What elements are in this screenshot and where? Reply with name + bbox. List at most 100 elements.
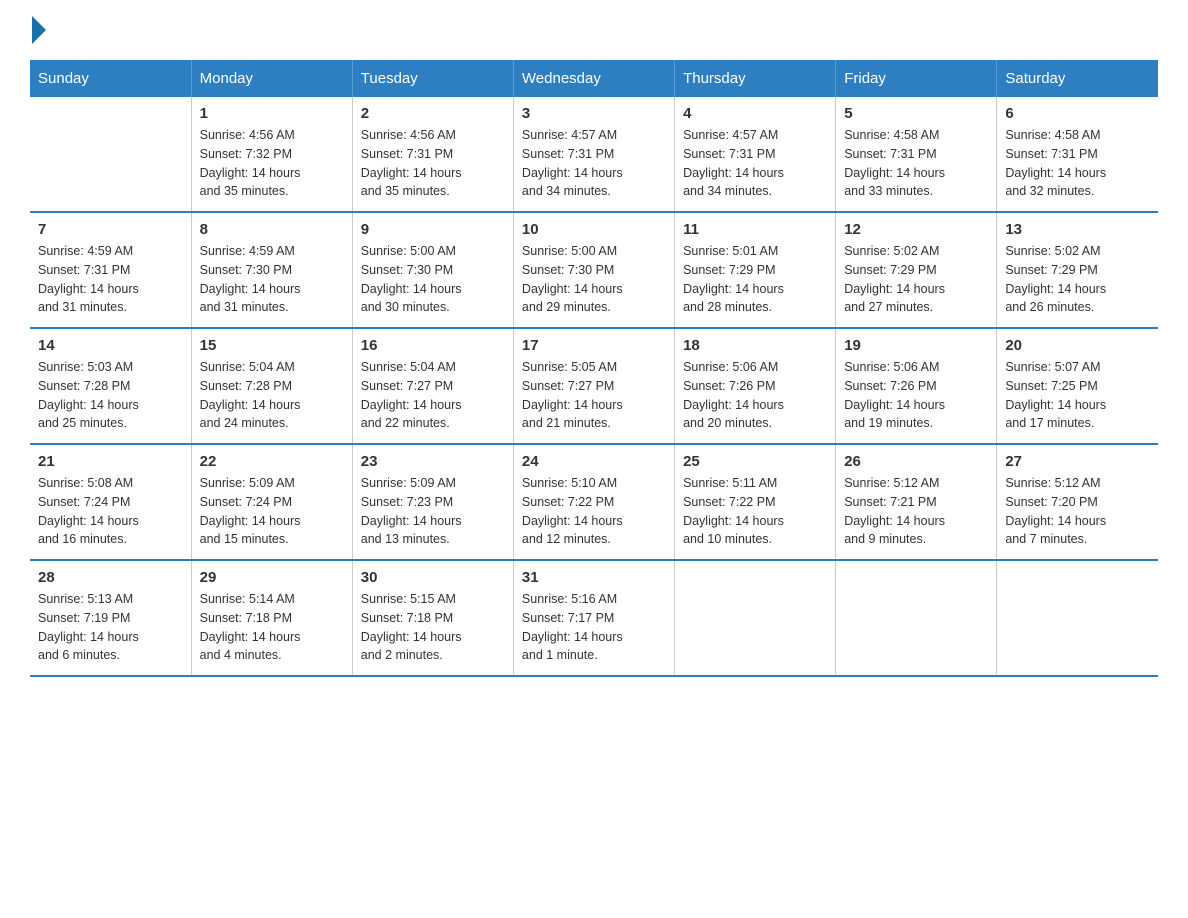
day-number: 8 — [200, 221, 344, 238]
calendar-table: SundayMondayTuesdayWednesdayThursdayFrid… — [30, 60, 1158, 677]
day-number: 30 — [361, 569, 505, 586]
day-number: 21 — [38, 453, 183, 470]
calendar-cell: 26 Sunrise: 5:12 AM Sunset: 7:21 PM Dayli… — [836, 444, 997, 560]
calendar-cell: 8 Sunrise: 4:59 AM Sunset: 7:30 PM Daylig… — [191, 212, 352, 328]
calendar-cell — [675, 560, 836, 676]
day-number: 22 — [200, 453, 344, 470]
day-info: Sunrise: 5:16 AM Sunset: 7:17 PM Dayligh… — [522, 590, 666, 665]
day-number: 26 — [844, 453, 988, 470]
header-monday: Monday — [191, 60, 352, 97]
day-info: Sunrise: 5:14 AM Sunset: 7:18 PM Dayligh… — [200, 590, 344, 665]
calendar-cell: 20 Sunrise: 5:07 AM Sunset: 7:25 PM Dayli… — [997, 328, 1158, 444]
calendar-cell: 27 Sunrise: 5:12 AM Sunset: 7:20 PM Dayli… — [997, 444, 1158, 560]
calendar-cell: 16Sunrise: 5:04 AM Sunset: 7:27 PM Dayli… — [352, 328, 513, 444]
day-info: Sunrise: 4:58 AM Sunset: 7:31 PM Dayligh… — [844, 126, 988, 201]
day-info: Sunrise: 5:15 AM Sunset: 7:18 PM Dayligh… — [361, 590, 505, 665]
week-row-5: 28 Sunrise: 5:13 AM Sunset: 7:19 PM Dayli… — [30, 560, 1158, 676]
day-number: 13 — [1005, 221, 1150, 238]
day-info: Sunrise: 5:02 AM Sunset: 7:29 PM Dayligh… — [844, 242, 988, 317]
day-info: Sunrise: 5:12 AM Sunset: 7:21 PM Dayligh… — [844, 474, 988, 549]
calendar-cell: 24Sunrise: 5:10 AM Sunset: 7:22 PM Dayli… — [513, 444, 674, 560]
logo — [30, 20, 46, 40]
week-row-2: 7 Sunrise: 4:59 AM Sunset: 7:31 PM Daylig… — [30, 212, 1158, 328]
calendar-cell: 31 Sunrise: 5:16 AM Sunset: 7:17 PM Dayli… — [513, 560, 674, 676]
day-number: 17 — [522, 337, 666, 354]
calendar-cell: 19 Sunrise: 5:06 AM Sunset: 7:26 PM Dayli… — [836, 328, 997, 444]
header-wednesday: Wednesday — [513, 60, 674, 97]
day-number: 2 — [361, 105, 505, 122]
day-info: Sunrise: 5:11 AM Sunset: 7:22 PM Dayligh… — [683, 474, 827, 549]
day-number: 23 — [361, 453, 505, 470]
calendar-cell: 2 Sunrise: 4:56 AM Sunset: 7:31 PM Daylig… — [352, 97, 513, 212]
day-info: Sunrise: 4:57 AM Sunset: 7:31 PM Dayligh… — [522, 126, 666, 201]
day-info: Sunrise: 4:56 AM Sunset: 7:32 PM Dayligh… — [200, 126, 344, 201]
day-info: Sunrise: 4:58 AM Sunset: 7:31 PM Dayligh… — [1005, 126, 1150, 201]
calendar-body: 1 Sunrise: 4:56 AM Sunset: 7:32 PM Daylig… — [30, 97, 1158, 676]
calendar-cell: 18Sunrise: 5:06 AM Sunset: 7:26 PM Dayli… — [675, 328, 836, 444]
day-info: Sunrise: 5:04 AM Sunset: 7:28 PM Dayligh… — [200, 358, 344, 433]
day-number: 12 — [844, 221, 988, 238]
day-number: 31 — [522, 569, 666, 586]
calendar-cell: 17 Sunrise: 5:05 AM Sunset: 7:27 PM Dayli… — [513, 328, 674, 444]
calendar-header: SundayMondayTuesdayWednesdayThursdayFrid… — [30, 60, 1158, 97]
day-info: Sunrise: 4:59 AM Sunset: 7:31 PM Dayligh… — [38, 242, 183, 317]
day-info: Sunrise: 5:00 AM Sunset: 7:30 PM Dayligh… — [361, 242, 505, 317]
calendar-cell: 3 Sunrise: 4:57 AM Sunset: 7:31 PM Daylig… — [513, 97, 674, 212]
day-number: 4 — [683, 105, 827, 122]
header-saturday: Saturday — [997, 60, 1158, 97]
calendar-cell — [30, 97, 191, 212]
day-info: Sunrise: 5:01 AM Sunset: 7:29 PM Dayligh… — [683, 242, 827, 317]
calendar-cell: 23 Sunrise: 5:09 AM Sunset: 7:23 PM Dayli… — [352, 444, 513, 560]
day-info: Sunrise: 5:07 AM Sunset: 7:25 PM Dayligh… — [1005, 358, 1150, 433]
day-number: 25 — [683, 453, 827, 470]
calendar-cell: 29Sunrise: 5:14 AM Sunset: 7:18 PM Dayli… — [191, 560, 352, 676]
calendar-cell: 11 Sunrise: 5:01 AM Sunset: 7:29 PM Dayli… — [675, 212, 836, 328]
day-info: Sunrise: 5:05 AM Sunset: 7:27 PM Dayligh… — [522, 358, 666, 433]
header-friday: Friday — [836, 60, 997, 97]
week-row-4: 21 Sunrise: 5:08 AM Sunset: 7:24 PM Dayli… — [30, 444, 1158, 560]
day-info: Sunrise: 4:56 AM Sunset: 7:31 PM Dayligh… — [361, 126, 505, 201]
day-number: 20 — [1005, 337, 1150, 354]
day-number: 19 — [844, 337, 988, 354]
calendar-cell — [836, 560, 997, 676]
day-info: Sunrise: 5:13 AM Sunset: 7:19 PM Dayligh… — [38, 590, 183, 665]
day-info: Sunrise: 5:08 AM Sunset: 7:24 PM Dayligh… — [38, 474, 183, 549]
day-number: 27 — [1005, 453, 1150, 470]
calendar-cell: 4 Sunrise: 4:57 AM Sunset: 7:31 PM Daylig… — [675, 97, 836, 212]
day-number: 11 — [683, 221, 827, 238]
header-tuesday: Tuesday — [352, 60, 513, 97]
day-number: 7 — [38, 221, 183, 238]
day-info: Sunrise: 5:09 AM Sunset: 7:23 PM Dayligh… — [361, 474, 505, 549]
header-row: SundayMondayTuesdayWednesdayThursdayFrid… — [30, 60, 1158, 97]
calendar-cell — [997, 560, 1158, 676]
calendar-cell: 30 Sunrise: 5:15 AM Sunset: 7:18 PM Dayli… — [352, 560, 513, 676]
calendar-cell: 6Sunrise: 4:58 AM Sunset: 7:31 PM Daylig… — [997, 97, 1158, 212]
calendar-cell: 25 Sunrise: 5:11 AM Sunset: 7:22 PM Dayli… — [675, 444, 836, 560]
calendar-cell: 9 Sunrise: 5:00 AM Sunset: 7:30 PM Daylig… — [352, 212, 513, 328]
day-info: Sunrise: 5:03 AM Sunset: 7:28 PM Dayligh… — [38, 358, 183, 433]
calendar-cell: 10 Sunrise: 5:00 AM Sunset: 7:30 PM Dayli… — [513, 212, 674, 328]
day-info: Sunrise: 5:04 AM Sunset: 7:27 PM Dayligh… — [361, 358, 505, 433]
day-number: 15 — [200, 337, 344, 354]
day-number: 1 — [200, 105, 344, 122]
page-header — [30, 20, 1158, 40]
calendar-cell: 7 Sunrise: 4:59 AM Sunset: 7:31 PM Daylig… — [30, 212, 191, 328]
day-number: 28 — [38, 569, 183, 586]
day-info: Sunrise: 5:06 AM Sunset: 7:26 PM Dayligh… — [844, 358, 988, 433]
week-row-1: 1 Sunrise: 4:56 AM Sunset: 7:32 PM Daylig… — [30, 97, 1158, 212]
day-number: 3 — [522, 105, 666, 122]
day-number: 10 — [522, 221, 666, 238]
week-row-3: 14 Sunrise: 5:03 AM Sunset: 7:28 PM Dayli… — [30, 328, 1158, 444]
day-info: Sunrise: 5:10 AM Sunset: 7:22 PM Dayligh… — [522, 474, 666, 549]
day-number: 14 — [38, 337, 183, 354]
calendar-cell: 5Sunrise: 4:58 AM Sunset: 7:31 PM Daylig… — [836, 97, 997, 212]
calendar-cell: 12 Sunrise: 5:02 AM Sunset: 7:29 PM Dayli… — [836, 212, 997, 328]
calendar-cell: 28 Sunrise: 5:13 AM Sunset: 7:19 PM Dayli… — [30, 560, 191, 676]
day-info: Sunrise: 5:12 AM Sunset: 7:20 PM Dayligh… — [1005, 474, 1150, 549]
day-info: Sunrise: 5:00 AM Sunset: 7:30 PM Dayligh… — [522, 242, 666, 317]
day-info: Sunrise: 4:57 AM Sunset: 7:31 PM Dayligh… — [683, 126, 827, 201]
day-info: Sunrise: 4:59 AM Sunset: 7:30 PM Dayligh… — [200, 242, 344, 317]
calendar-cell: 14 Sunrise: 5:03 AM Sunset: 7:28 PM Dayli… — [30, 328, 191, 444]
calendar-cell: 22Sunrise: 5:09 AM Sunset: 7:24 PM Dayli… — [191, 444, 352, 560]
day-number: 9 — [361, 221, 505, 238]
